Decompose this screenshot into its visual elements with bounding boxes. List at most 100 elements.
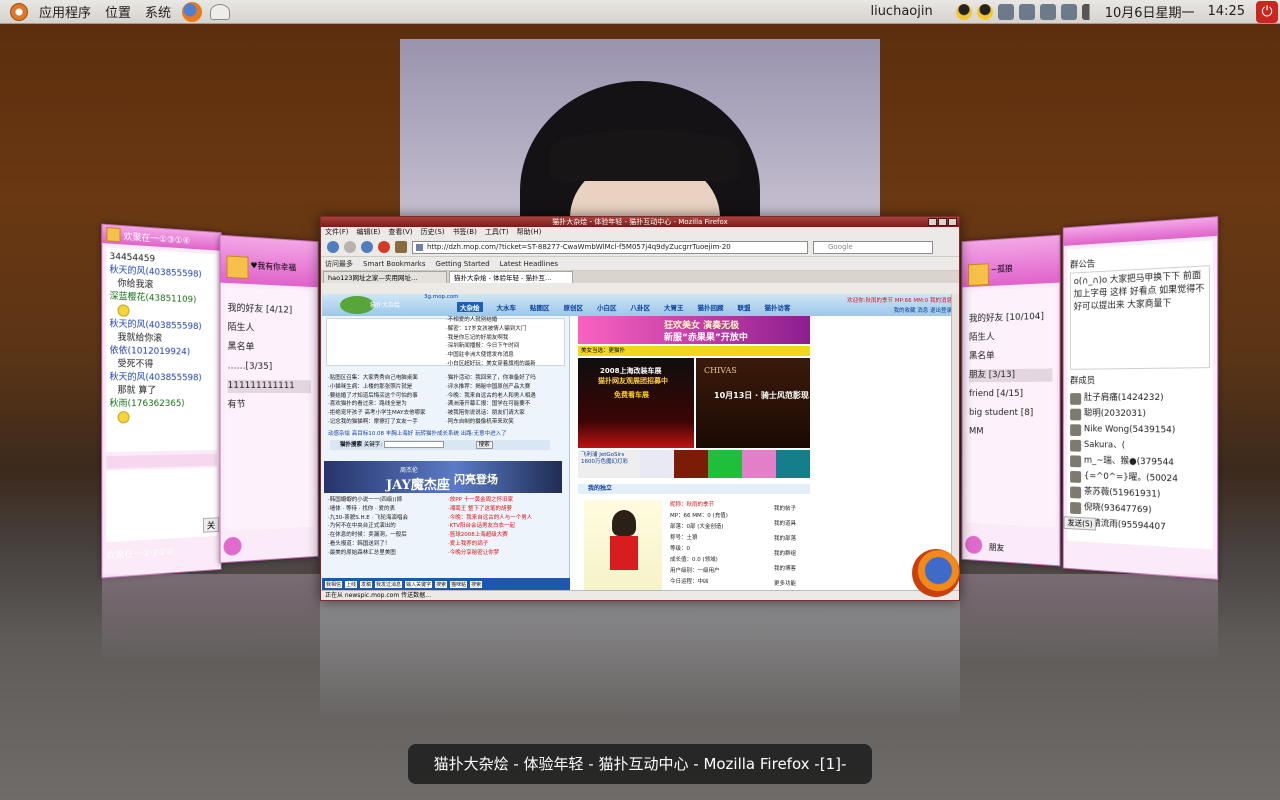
forward-arrow-icon[interactable] bbox=[344, 241, 356, 253]
qq-tray-icon-2[interactable] bbox=[976, 3, 993, 20]
bookmark-smart[interactable]: Smart Bookmarks bbox=[363, 257, 426, 270]
qq-tray-icon[interactable] bbox=[955, 3, 972, 20]
panel-username[interactable]: liuchaojin bbox=[870, 4, 932, 19]
maximize-button[interactable] bbox=[938, 218, 947, 226]
nav-tab[interactable]: 猫扑访客 bbox=[765, 302, 791, 312]
member-item[interactable]: {=^0^=}曜。(50024 bbox=[1070, 470, 1210, 488]
menu-bookmarks[interactable]: 书签(B) bbox=[453, 227, 477, 238]
qq-menu-button[interactable] bbox=[223, 536, 242, 556]
tab-mop[interactable]: 猫扑大杂烩 - 体验年轻 - 猫扑互… bbox=[449, 271, 573, 283]
contact-group[interactable]: 我的好友 [10/104] bbox=[969, 310, 1052, 326]
chat-toolbar[interactable] bbox=[106, 453, 218, 469]
mop-logo[interactable] bbox=[340, 296, 374, 314]
firefox-launcher-icon[interactable] bbox=[182, 1, 203, 22]
user-avatar[interactable] bbox=[968, 263, 989, 287]
panel-clock[interactable]: 14:25 bbox=[1208, 4, 1245, 19]
contact-group[interactable]: 111111111111 bbox=[227, 379, 312, 394]
jay-banner[interactable]: 周杰伦 JAY魔杰座 闪亮登场 bbox=[324, 461, 562, 493]
user-avatar-figure[interactable] bbox=[584, 500, 662, 590]
user-status-message[interactable]: ♥我有你幸福 bbox=[250, 260, 296, 273]
car-show-ad[interactable]: 2008上海改装车展 猫扑网友观展团招募中 免费看车展 bbox=[578, 358, 694, 448]
keyboard-tray-icon[interactable] bbox=[1039, 3, 1056, 20]
tab-hao123[interactable]: hao123网址之家—实用网址… bbox=[323, 271, 447, 283]
game-banner[interactable]: 狂欢美女 演奏无极 新服“赤果果”开放中 bbox=[578, 316, 810, 344]
volume-icon[interactable] bbox=[1081, 3, 1096, 20]
firefox-titlebar[interactable]: 猫扑大杂烩 - 体验年轻 - 猫扑互动中心 - Mozilla Firefox bbox=[321, 217, 959, 227]
close-button[interactable] bbox=[948, 218, 957, 226]
search-input[interactable]: Google bbox=[813, 240, 933, 254]
contact-group[interactable]: ……[3/35] bbox=[228, 360, 311, 374]
qq-group-chat-window-left[interactable]: 欢聚在一①③①④ 34454459 秋天的风(403855598) 你给我滚 深… bbox=[101, 223, 222, 579]
chivas-ad[interactable]: CHIVAS 10月13日 · 骑士风范影现 bbox=[696, 358, 810, 448]
send-button[interactable]: 关 bbox=[203, 517, 219, 533]
nav-tab[interactable]: 八卦区 bbox=[631, 302, 651, 312]
thumbnail[interactable] bbox=[674, 450, 708, 478]
bookmark-most-visited[interactable]: 访问最多 bbox=[325, 257, 353, 270]
user-links[interactable]: 我的收藏 消息 退出登录 bbox=[894, 306, 953, 314]
menu-tools[interactable]: 工具(T) bbox=[485, 227, 509, 238]
site-link[interactable]: 3g.mop.com bbox=[424, 294, 458, 300]
reload-icon[interactable] bbox=[361, 241, 373, 253]
menu-history[interactable]: 历史(S) bbox=[421, 227, 445, 238]
send-button[interactable]: 发送(S) bbox=[1063, 516, 1097, 531]
nav-tab[interactable]: 猫扑回顾 bbox=[698, 302, 724, 312]
thumbnail[interactable] bbox=[742, 450, 776, 478]
contact-group[interactable]: 有节 bbox=[228, 399, 311, 412]
nav-tab[interactable]: 小白区 bbox=[597, 302, 617, 312]
nav-tab[interactable]: 大杂烩 bbox=[457, 302, 483, 312]
mail-launcher-icon[interactable] bbox=[210, 3, 231, 20]
menu-edit[interactable]: 编辑(E) bbox=[357, 227, 381, 238]
power-icon[interactable]: ⏻ bbox=[1256, 0, 1278, 23]
home-icon[interactable] bbox=[395, 241, 407, 253]
contact-group[interactable]: 陌生人 bbox=[969, 330, 1052, 345]
contact-group[interactable]: 朋友 [3/13] bbox=[968, 368, 1053, 383]
qq-contact-list-right[interactable]: ~孤狼 我的好友 [10/104] 陌生人 黑名单 朋友 [3/13] frie… bbox=[961, 234, 1061, 567]
update-tray-icon[interactable] bbox=[1018, 3, 1035, 20]
url-bar[interactable]: http://dzh.mop.com/?ticket=ST-88277-CwaW… bbox=[412, 240, 808, 254]
panel-date[interactable]: 10月6日星期一 bbox=[1105, 2, 1195, 21]
menu-applications[interactable]: 应用程序 bbox=[39, 2, 91, 21]
minimize-button[interactable] bbox=[928, 218, 937, 226]
user-avatar[interactable] bbox=[226, 255, 249, 279]
qq-group-chat-window-right[interactable]: 群公告 o(∩_∩)o 大家把马甲换下下 前面加上字母 这样 好看点 如果觉得不… bbox=[1062, 216, 1219, 580]
thumbnail[interactable] bbox=[708, 450, 742, 478]
qq-contact-list-left[interactable]: ♥我有你幸福 我的好友 [4/12] 陌生人 黑名单 ……[3/35] 1111… bbox=[219, 234, 319, 564]
menu-help[interactable]: 帮助(H) bbox=[517, 227, 542, 238]
menu-places[interactable]: 位置 bbox=[105, 2, 131, 21]
member-item[interactable]: 聪明(2032031) bbox=[1070, 408, 1210, 422]
clipboard-tray-icon[interactable] bbox=[997, 3, 1014, 20]
contact-group[interactable]: 陌生人 bbox=[228, 322, 311, 337]
contact-group[interactable]: big student [8] bbox=[969, 407, 1052, 420]
hot-links[interactable]: 动感杂烩 高目标10.08 丰胸上海好 玩转猫扑成长系统 出路:无意中进入了 bbox=[328, 430, 564, 439]
ubuntu-logo-icon[interactable] bbox=[10, 2, 28, 21]
nav-tab[interactable]: 原创区 bbox=[564, 302, 584, 312]
thumbnail[interactable] bbox=[640, 450, 674, 478]
menu-view[interactable]: 查看(V) bbox=[388, 227, 412, 238]
contact-group[interactable]: friend [4/15] bbox=[969, 388, 1052, 401]
member-item[interactable]: Nike Wong(5439154) bbox=[1070, 423, 1210, 438]
mop-search-input[interactable] bbox=[383, 441, 444, 448]
vertical-scrollbar[interactable] bbox=[951, 294, 959, 590]
nav-tab[interactable]: 贴图区 bbox=[530, 302, 550, 312]
mop-search-button[interactable]: 搜索 bbox=[475, 441, 493, 449]
bookmark-latest-headlines[interactable]: Latest Headlines bbox=[500, 257, 558, 270]
member-item[interactable]: m_~瑞、猴●(379544 bbox=[1070, 454, 1210, 471]
nav-tab[interactable]: 大胃王 bbox=[664, 302, 684, 312]
contact-group[interactable]: 黑名单 bbox=[228, 341, 311, 356]
firefox-window[interactable]: 猫扑大杂烩 - 体验年轻 - 猫扑互动中心 - Mozilla Firefox … bbox=[320, 216, 960, 601]
stop-icon[interactable] bbox=[378, 241, 390, 253]
menu-system[interactable]: 系统 bbox=[145, 2, 171, 21]
qq-menu-button[interactable] bbox=[965, 535, 983, 555]
contact-list-footer[interactable]: 朋友 bbox=[989, 542, 1004, 554]
member-item[interactable]: 肚子肩痛(1424232) bbox=[1070, 392, 1210, 405]
menu-file[interactable]: 文件(F) bbox=[325, 227, 349, 238]
contact-group[interactable]: 黑名单 bbox=[969, 349, 1052, 364]
contact-group[interactable]: 我的好友 [4/12] bbox=[228, 302, 311, 318]
back-arrow-icon[interactable] bbox=[327, 241, 339, 253]
user-status-message[interactable]: ~孤狼 bbox=[991, 263, 1013, 275]
nav-tab[interactable]: 大水车 bbox=[497, 302, 517, 312]
network-tray-icon[interactable] bbox=[1060, 3, 1077, 20]
chat-input[interactable]: 关 bbox=[106, 467, 219, 543]
contact-group[interactable]: MM bbox=[969, 426, 1052, 440]
bookmark-getting-started[interactable]: Getting Started bbox=[436, 257, 490, 270]
